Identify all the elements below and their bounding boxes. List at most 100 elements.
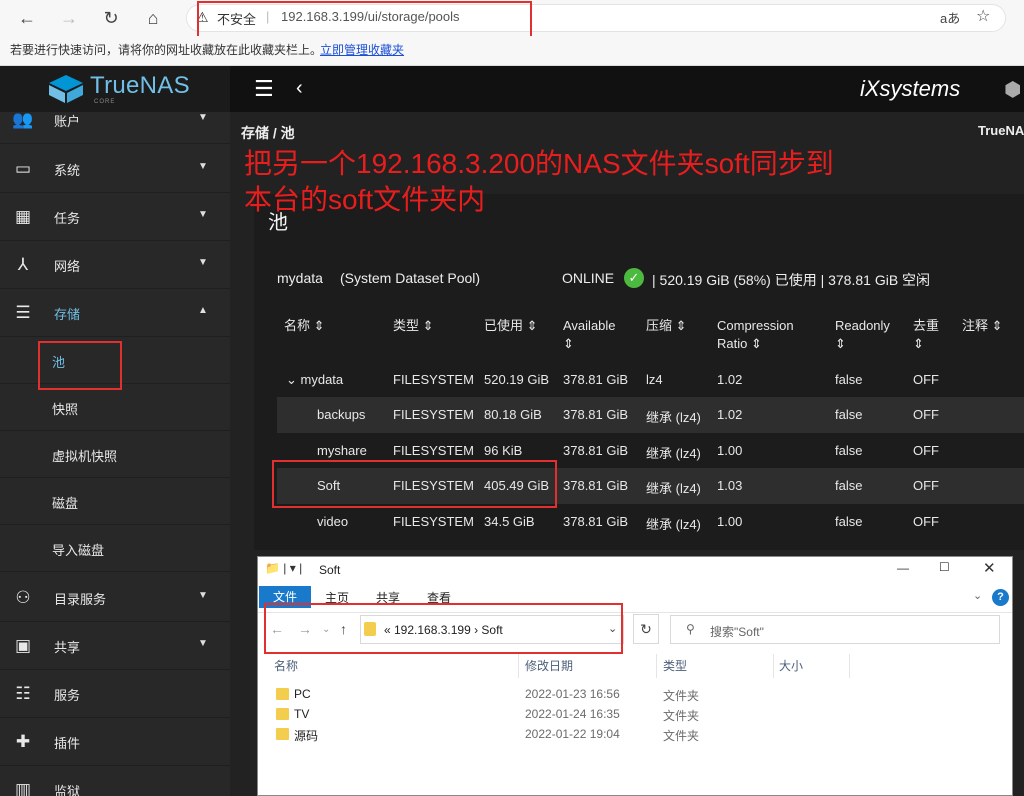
cell-ratio: 1.03 — [717, 478, 743, 493]
close-icon[interactable]: ✕ — [983, 559, 996, 577]
column-header-type[interactable]: 类型 — [663, 657, 687, 674]
ixsystems-logo[interactable]: iXsystems — [860, 76, 960, 102]
file-name[interactable]: PC — [294, 687, 311, 701]
sidebar-item-plugins[interactable]: ✚ 插件 — [0, 718, 230, 766]
sidebar-item-directory-services[interactable]: ⚇ 目录服务 ▼ — [0, 574, 230, 622]
column-header-compression-ratio[interactable]: Compression Ratio ⇕ — [717, 317, 794, 353]
sidebar-item-services[interactable]: ☷ 服务 — [0, 670, 230, 718]
sidebar-item-label: 共享 — [54, 640, 81, 655]
manage-favorites-link[interactable]: 立即管理收藏夹 — [320, 41, 404, 58]
sidebar-item-label: 目录服务 — [54, 592, 107, 607]
cube-icon[interactable]: ⬢ — [1004, 77, 1021, 102]
sidebar-item-label: 存储 — [54, 307, 81, 322]
refresh-icon[interactable]: ↻ — [98, 5, 124, 31]
minimize-icon[interactable]: — — [897, 561, 909, 575]
file-name[interactable]: TV — [294, 707, 309, 721]
storage-icon: ☰ — [15, 303, 31, 322]
cell-type: FILESYSTEM — [393, 372, 474, 387]
search-placeholder[interactable]: 搜索"Soft" — [710, 623, 764, 640]
cell-ratio: 1.00 — [717, 514, 743, 529]
chevron-down-icon: ▼ — [198, 112, 208, 123]
folder-icon — [276, 708, 289, 720]
calendar-icon: ▦ — [14, 207, 32, 226]
column-header-name[interactable]: 名称 — [274, 657, 298, 674]
brand-label: TrueNAS — [978, 123, 1024, 138]
cell-dedup: OFF — [913, 514, 939, 529]
share-icon: ▣ — [14, 636, 32, 655]
sidebar-item-system[interactable]: ▭ 系统 ▼ — [0, 145, 230, 193]
sidebar-item-tasks[interactable]: ▦ 任务 ▼ — [0, 193, 230, 241]
help-icon[interactable]: ? — [992, 589, 1009, 606]
cell-used: 96 KiB — [484, 443, 523, 458]
quick-access-toolbar-icon[interactable]: 📁 | ▾ | — [265, 561, 302, 575]
list-item[interactable]: PC 2022-01-23 16:56 文件夹 — [276, 685, 996, 705]
directory-icon: ⚇ — [15, 588, 31, 607]
network-icon: ⅄ — [17, 255, 29, 274]
column-header-dedup[interactable]: 去重 ⇕ — [913, 317, 939, 353]
back-arrow-icon[interactable]: ← — [14, 5, 40, 31]
sidebar-item-label: 监狱 — [54, 784, 81, 796]
cell-readonly: false — [835, 372, 863, 387]
add-favorite-icon[interactable]: ☆ — [976, 6, 990, 26]
file-name[interactable]: 源码 — [294, 727, 318, 744]
read-aloud-icon[interactable]: aあ — [940, 8, 960, 27]
table-row[interactable]: ⌄ mydata FILESYSTEM 520.19 GiB 378.81 Gi… — [0, 372, 1024, 392]
hamburger-menu-icon[interactable]: ☰ — [254, 76, 274, 102]
explorer-title: Soft — [319, 563, 341, 577]
cell-name[interactable]: ⌄ mydata — [286, 372, 343, 388]
annotation-line-1: 把另一个192.168.3.200的NAS文件夹soft同步到 — [244, 148, 834, 179]
file-type: 文件夹 — [663, 729, 700, 743]
pool-status: ONLINE — [562, 270, 615, 286]
cell-ratio: 1.02 — [717, 372, 743, 387]
table-row[interactable]: video FILESYSTEM 34.5 GiB 378.81 GiB 继承 … — [0, 514, 1024, 534]
file-date: 2022-01-24 16:35 — [525, 707, 620, 721]
refresh-icon[interactable]: ↻ — [633, 614, 659, 644]
search-icon: ⚲ — [686, 622, 695, 636]
sidebar-item-storage[interactable]: ☰ 存储 ▲ — [0, 289, 230, 337]
list-item[interactable]: TV 2022-01-24 16:35 文件夹 — [276, 705, 996, 725]
cell-type: FILESYSTEM — [393, 407, 474, 422]
column-header-compression[interactable]: 压缩 ⇕ — [646, 317, 687, 335]
cell-readonly: false — [835, 514, 863, 529]
users-icon: 👥 — [12, 110, 34, 129]
file-date: 2022-01-23 16:56 — [525, 687, 620, 701]
cell-readonly: false — [835, 443, 863, 458]
column-divider — [518, 654, 519, 678]
column-divider — [849, 654, 850, 678]
file-date: 2022-01-22 19:04 — [525, 727, 620, 741]
column-header-name[interactable]: 名称 ⇕ — [284, 317, 325, 335]
collapse-sidebar-icon[interactable]: ‹ — [296, 77, 303, 100]
chevron-down-icon: ▼ — [198, 257, 208, 268]
home-icon[interactable]: ⌂ — [140, 5, 166, 31]
laptop-icon: ▭ — [14, 159, 32, 178]
sidebar-item-network[interactable]: ⅄ 网络 ▼ — [0, 241, 230, 289]
column-divider — [773, 654, 774, 678]
annotation-box-soft-row — [272, 460, 557, 508]
annotation-box-path — [264, 603, 623, 654]
chevron-down-icon: ▼ — [198, 209, 208, 220]
folder-icon — [276, 728, 289, 740]
column-header-size[interactable]: 大小 — [779, 657, 803, 674]
pool-usage: | 520.19 GiB (58%) 已使用 | 378.81 GiB 空闲 — [652, 272, 931, 288]
cell-available: 378.81 GiB — [563, 372, 629, 387]
sidebar-item-accounts[interactable]: 👥 账户 ▼ — [0, 96, 230, 144]
maximize-icon[interactable]: ☐ — [939, 560, 950, 574]
column-header-available[interactable]: Available ⇕ — [563, 317, 616, 353]
cell-readonly: false — [835, 478, 863, 493]
column-header-used[interactable]: 已使用 ⇕ — [484, 317, 538, 335]
sidebar-subitem-label: 导入磁盘 — [52, 543, 105, 558]
column-header-type[interactable]: 类型 ⇕ — [393, 317, 434, 335]
sidebar-item-jails[interactable]: ▥ 监狱 — [0, 766, 230, 796]
column-header-readonly[interactable]: Readonly ⇕ — [835, 317, 890, 353]
sidebar-item-sharing[interactable]: ▣ 共享 ▼ — [0, 622, 230, 670]
column-header-date[interactable]: 修改日期 — [525, 657, 573, 674]
forward-arrow-icon[interactable]: → — [56, 5, 82, 31]
list-item[interactable]: 源码 2022-01-22 19:04 文件夹 — [276, 725, 996, 745]
cell-used: 80.18 GiB — [484, 407, 542, 422]
column-header-comments[interactable]: 注释 ⇕ — [962, 317, 1003, 335]
table-row[interactable]: backups FILESYSTEM 80.18 GiB 378.81 GiB … — [0, 407, 1024, 427]
cell-ratio: 1.02 — [717, 407, 743, 422]
file-type: 文件夹 — [663, 689, 700, 703]
cell-compression: 继承 (lz4) — [646, 481, 701, 496]
expand-ribbon-icon[interactable]: ⌄ — [973, 589, 982, 602]
